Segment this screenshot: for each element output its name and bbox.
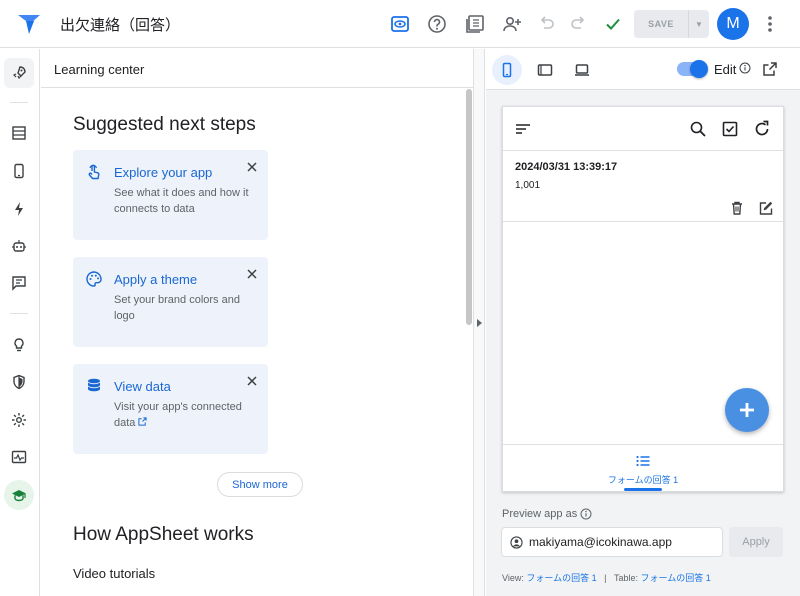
save-button-label: SAVE: [648, 19, 674, 29]
edit-label: Edit: [714, 62, 737, 77]
chat-icon[interactable]: [4, 268, 34, 298]
help-icon[interactable]: [425, 12, 449, 36]
panel-title: Learning center: [41, 49, 473, 88]
active-tab-indicator: [624, 488, 662, 491]
preview-pane: Edit 2024/03/31 13:39:17 1,001 フォームの回答 1…: [486, 49, 800, 596]
card-view-data[interactable]: View data Visit your app's connected dat…: [73, 364, 268, 454]
panel-resize-handle[interactable]: [473, 49, 485, 596]
select-checkbox-icon[interactable]: [721, 120, 739, 138]
card-title[interactable]: Apply a theme: [114, 272, 197, 287]
close-icon[interactable]: [245, 374, 259, 388]
card-description-text: Visit your app's connected data: [114, 401, 242, 429]
share-add-person-icon[interactable]: [500, 12, 524, 36]
view-link[interactable]: フォームの回答 1: [526, 573, 596, 583]
close-icon[interactable]: [245, 267, 259, 281]
tablet-device-icon[interactable]: [530, 55, 560, 85]
learning-icon[interactable]: [4, 480, 34, 510]
add-record-button[interactable]: [725, 388, 769, 432]
card-title[interactable]: View data: [114, 379, 171, 394]
refresh-icon[interactable]: [753, 120, 771, 138]
monitor-icon[interactable]: [4, 442, 34, 472]
app-gallery-icon[interactable]: [463, 12, 487, 36]
apply-button[interactable]: Apply: [729, 527, 783, 557]
settings-icon[interactable]: [4, 405, 34, 435]
app-header: [503, 107, 783, 151]
card-explore-app[interactable]: Explore your app See what it does and ho…: [73, 150, 268, 240]
card-title[interactable]: Explore your app: [114, 165, 212, 180]
info-icon[interactable]: [739, 62, 751, 74]
views-icon[interactable]: [4, 156, 34, 186]
checkmark-icon[interactable]: [601, 12, 625, 36]
save-button[interactable]: SAVE ▼: [634, 10, 709, 38]
plus-icon: [740, 403, 754, 417]
rocket-icon[interactable]: [4, 58, 34, 88]
toggle-knob: [690, 60, 708, 78]
search-icon[interactable]: [689, 120, 707, 138]
bot-icon[interactable]: [4, 231, 34, 261]
card-description: Visit your app's connected data: [114, 399, 260, 431]
card-apply-theme[interactable]: Apply a theme Set your brand colors and …: [73, 257, 268, 347]
edit-icon[interactable]: [758, 200, 774, 216]
bottom-nav-label[interactable]: フォームの回答 1: [503, 473, 783, 486]
palette-icon: [86, 271, 102, 287]
app-title: 出欠連絡（回答）: [60, 17, 181, 34]
list-item[interactable]: 2024/03/31 13:39:17 1,001: [503, 152, 783, 222]
more-options-icon[interactable]: [762, 12, 778, 36]
delete-icon[interactable]: [729, 200, 745, 216]
data-icon[interactable]: [4, 118, 34, 148]
desktop-device-icon[interactable]: [567, 55, 597, 85]
bottom-nav: フォームの回答 1: [503, 444, 783, 491]
phone-preview: 2024/03/31 13:39:17 1,001 フォームの回答 1: [502, 106, 784, 492]
nav-divider: [10, 102, 28, 103]
preview-toolbar: Edit: [486, 49, 800, 90]
appsheet-logo-icon[interactable]: [16, 12, 42, 36]
nav-divider: [10, 313, 28, 314]
expand-arrow-icon[interactable]: [477, 319, 482, 327]
top-bar: 出欠連絡（回答） SAVE ▼ M: [0, 0, 800, 48]
panel-scrollbar[interactable]: [466, 89, 472, 325]
open-in-new-icon[interactable]: [762, 61, 778, 77]
sort-icon[interactable]: [514, 120, 532, 138]
card-description: Set your brand colors and logo: [114, 294, 240, 322]
video-tutorials-heading: Video tutorials: [73, 566, 156, 581]
footer-separator: |: [604, 573, 607, 583]
table-label: Table:: [614, 573, 639, 583]
database-icon: [88, 378, 100, 392]
account-circle-icon: [510, 536, 523, 549]
touch-hand-icon: [88, 164, 100, 180]
redo-icon[interactable]: [566, 12, 590, 36]
record-value: 1,001: [515, 180, 541, 191]
lightbulb-icon[interactable]: [4, 330, 34, 360]
automation-icon[interactable]: [4, 194, 34, 224]
mobile-device-icon[interactable]: [492, 55, 522, 85]
info-icon[interactable]: [580, 508, 592, 520]
suggested-steps-heading: Suggested next steps: [73, 114, 256, 135]
preview-as-email-input[interactable]: makiyama@icokinawa.app: [501, 527, 723, 557]
avatar[interactable]: M: [717, 8, 749, 40]
list-icon[interactable]: [635, 453, 651, 469]
card-description: See what it does and how it connects to …: [114, 187, 249, 215]
preview-as-label: Preview app as: [502, 508, 578, 520]
table-link[interactable]: フォームの回答 1: [641, 573, 711, 583]
left-nav: [0, 49, 40, 596]
view-label: View:: [502, 573, 524, 583]
edit-toggle[interactable]: [677, 60, 708, 78]
external-link-icon[interactable]: [138, 417, 148, 426]
undo-icon[interactable]: [535, 12, 559, 36]
close-icon[interactable]: [245, 160, 259, 174]
record-timestamp: 2024/03/31 13:39:17: [515, 161, 618, 173]
learning-center-panel: Learning center Suggested next steps Exp…: [41, 49, 473, 596]
save-dropdown-arrow-icon[interactable]: ▼: [688, 10, 709, 38]
security-icon[interactable]: [4, 367, 34, 397]
how-appsheet-works-heading: How AppSheet works: [73, 524, 254, 545]
view-table-footer: View: フォームの回答 1 | Table: フォームの回答 1: [502, 571, 711, 584]
preview-eye-icon[interactable]: [388, 12, 412, 36]
preview-as-email-value: makiyama@icokinawa.app: [529, 535, 672, 549]
show-more-button[interactable]: Show more: [217, 472, 303, 497]
panel-body: Suggested next steps Explore your app Se…: [41, 89, 466, 596]
